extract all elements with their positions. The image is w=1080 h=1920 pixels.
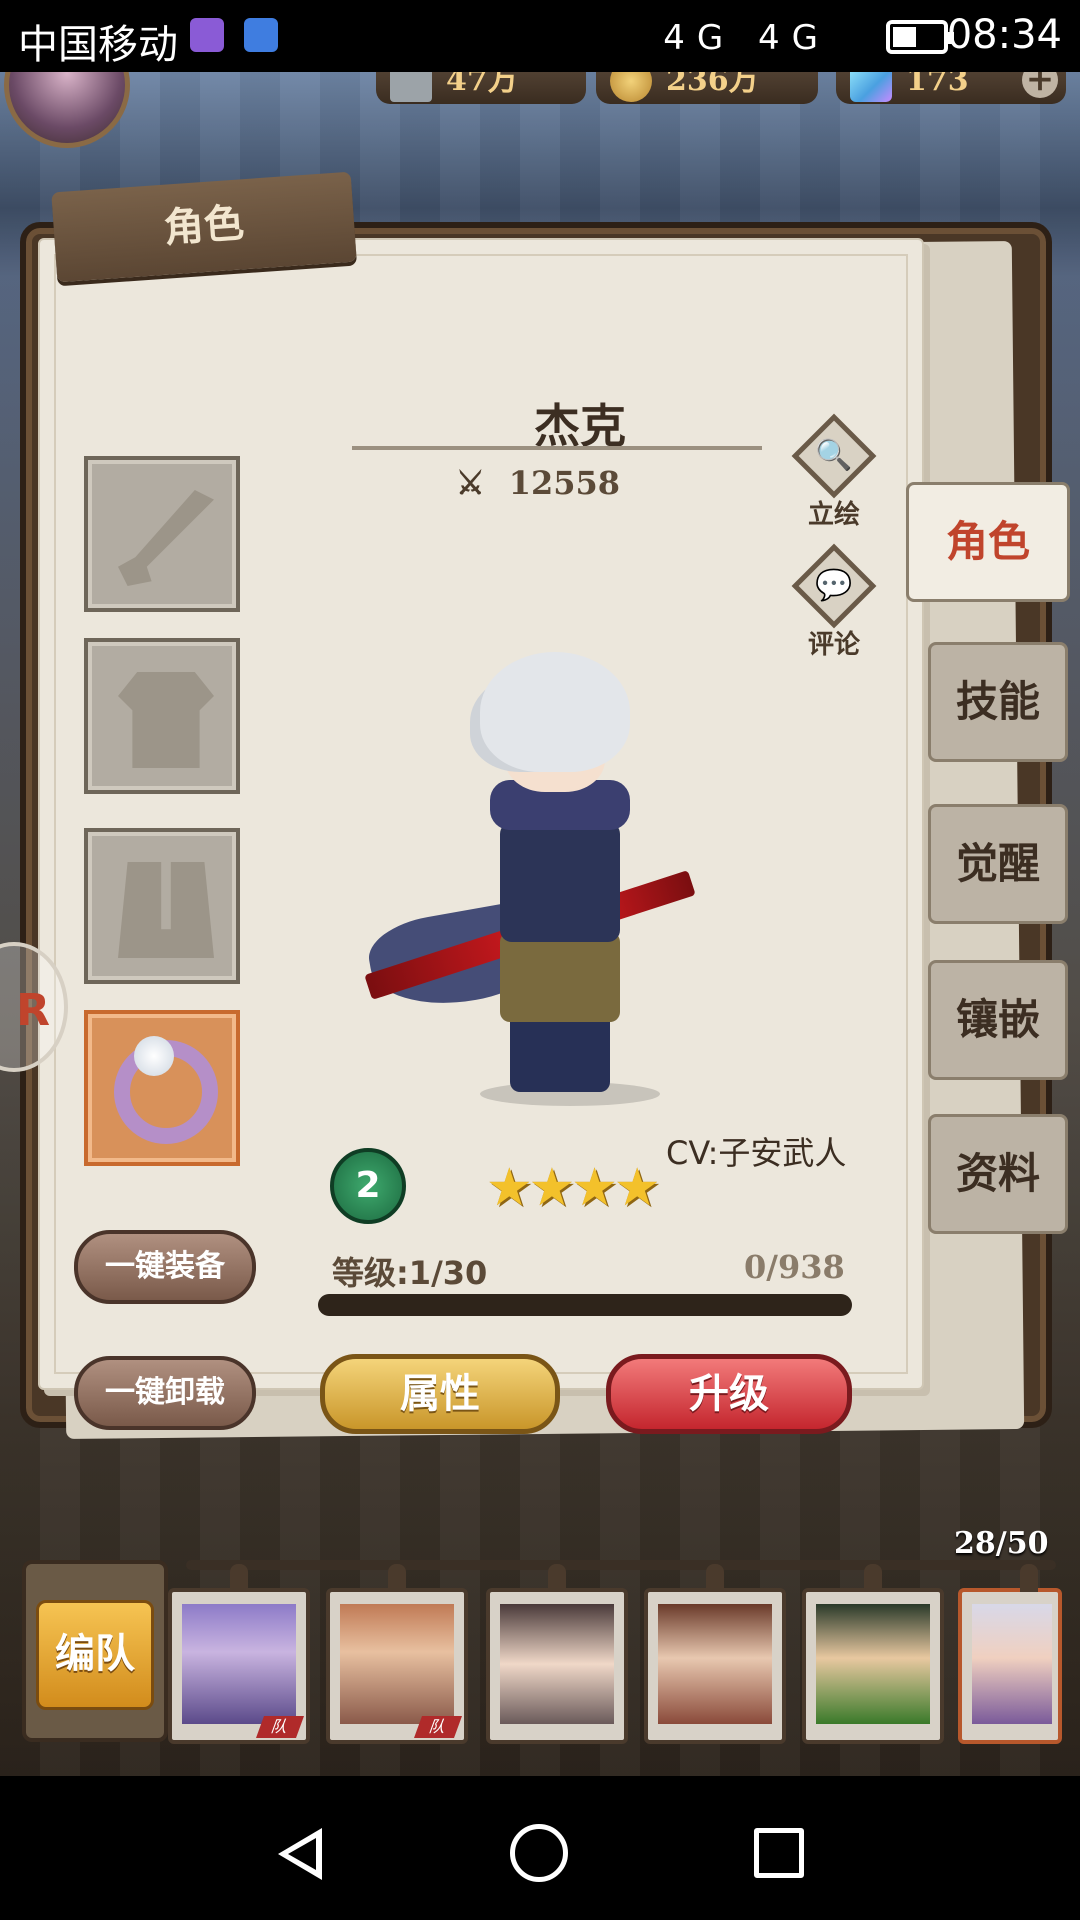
equip-all-button[interactable]: 一键装备	[74, 1230, 256, 1304]
battery-fill	[893, 27, 916, 47]
team-formation-button[interactable]: 编队	[22, 1560, 168, 1742]
tab-skills[interactable]: 技能	[928, 642, 1068, 762]
back-icon[interactable]	[274, 1828, 326, 1880]
card-hook	[388, 1564, 406, 1592]
roster-card-selected[interactable]	[958, 1564, 1062, 1744]
gold-counter: 236万	[596, 72, 818, 104]
network-indicator: 4G 4G	[663, 18, 830, 58]
resource-bar: 47万 236万 173 +	[0, 72, 1080, 148]
name-divider	[352, 446, 762, 450]
hero-portrait	[500, 1604, 614, 1724]
star-rating: ★★★★	[486, 1158, 660, 1218]
attributes-button[interactable]: 属性	[320, 1354, 560, 1434]
hero-portrait	[972, 1604, 1052, 1724]
roster-card[interactable]	[644, 1564, 786, 1744]
upgrade-button[interactable]: 升级	[606, 1354, 852, 1434]
exp-label: 0/938	[744, 1248, 845, 1286]
gem-icon	[850, 72, 892, 102]
awaken-badge: 2	[330, 1148, 406, 1224]
magnifier-icon: 🔍	[791, 413, 877, 499]
character-sprite[interactable]	[350, 652, 710, 1122]
level-label: 等级:1/30	[332, 1254, 488, 1292]
player-avatar[interactable]	[4, 72, 130, 148]
home-icon[interactable]	[510, 1824, 568, 1882]
hero-portrait	[816, 1604, 930, 1724]
roster-card[interactable]: 队	[326, 1564, 468, 1744]
gold-value: 236万	[666, 72, 759, 98]
hero-portrait	[340, 1604, 454, 1724]
character-power: ⚔ 12558	[456, 464, 620, 504]
armor-slot[interactable]	[84, 638, 240, 794]
card-hook	[706, 1564, 724, 1592]
gem-value: 173	[906, 72, 969, 98]
gem-counter: 173 +	[836, 72, 1066, 104]
add-gems-button[interactable]: +	[1022, 72, 1058, 98]
exp-bar	[318, 1294, 852, 1316]
crossed-swords-icon: ⚔	[456, 464, 485, 502]
boots-slot[interactable]	[84, 828, 240, 984]
in-team-tag: 队	[413, 1716, 463, 1738]
accessory-slot[interactable]	[84, 1010, 240, 1166]
weapon-slot[interactable]	[84, 456, 240, 612]
speech-bubble-icon: 💬	[791, 543, 877, 629]
portrait-view-button[interactable]: 🔍 立绘	[791, 413, 877, 531]
power-icon	[390, 72, 432, 102]
portrait-view-label: 立绘	[807, 500, 860, 530]
navigation-bar	[0, 1776, 1080, 1920]
boots-icon	[118, 862, 214, 958]
clock: 08:34	[946, 12, 1062, 58]
hero-portrait	[182, 1604, 296, 1724]
armor-icon	[118, 672, 214, 768]
status-bar: 中国移动 4G 4G 08:34	[0, 0, 1080, 72]
character-power-value: 12558	[508, 464, 621, 502]
carrier-label: 中国移动	[18, 22, 178, 68]
gallery-app-icon	[190, 18, 224, 52]
voice-actor: CV:子安武人	[666, 1134, 847, 1172]
game-scene: 47万 236万 173 + 角色 杰克 ⚔ 12558 🔍 立绘 💬 评论 C…	[0, 72, 1080, 1776]
tab-character[interactable]: 角色	[906, 482, 1070, 602]
card-hook	[864, 1564, 882, 1592]
recent-apps-icon[interactable]	[754, 1828, 804, 1878]
cloud-app-icon	[244, 18, 278, 52]
sword-icon	[118, 490, 214, 586]
gold-coin-icon	[610, 72, 652, 102]
sprite-legs	[510, 1012, 610, 1092]
unequip-all-button[interactable]: 一键卸载	[74, 1356, 256, 1430]
roster-card[interactable]	[802, 1564, 944, 1744]
card-hook	[548, 1564, 566, 1592]
roster-rail	[186, 1560, 1056, 1570]
power-counter: 47万	[376, 72, 586, 104]
card-hook	[230, 1564, 248, 1592]
power-value: 47万	[446, 72, 518, 98]
sprite-pants	[500, 932, 620, 1022]
team-formation-label: 编队	[36, 1600, 154, 1710]
tab-profile[interactable]: 资料	[928, 1114, 1068, 1234]
roster-card[interactable]	[486, 1564, 628, 1744]
roster-count: 28/50	[954, 1526, 1049, 1561]
roster-card[interactable]: 队	[168, 1564, 310, 1744]
hero-portrait	[658, 1604, 772, 1724]
sprite-hair	[480, 652, 630, 772]
battery-icon	[886, 20, 954, 54]
sprite-body	[500, 822, 620, 942]
comment-label: 评论	[807, 630, 860, 660]
comment-button[interactable]: 💬 评论	[791, 543, 877, 661]
tab-inlay[interactable]: 镶嵌	[928, 960, 1068, 1080]
card-hook	[1020, 1564, 1038, 1592]
ring-gem	[134, 1036, 174, 1076]
tab-awaken[interactable]: 觉醒	[928, 804, 1068, 924]
in-team-tag: 队	[255, 1716, 305, 1738]
